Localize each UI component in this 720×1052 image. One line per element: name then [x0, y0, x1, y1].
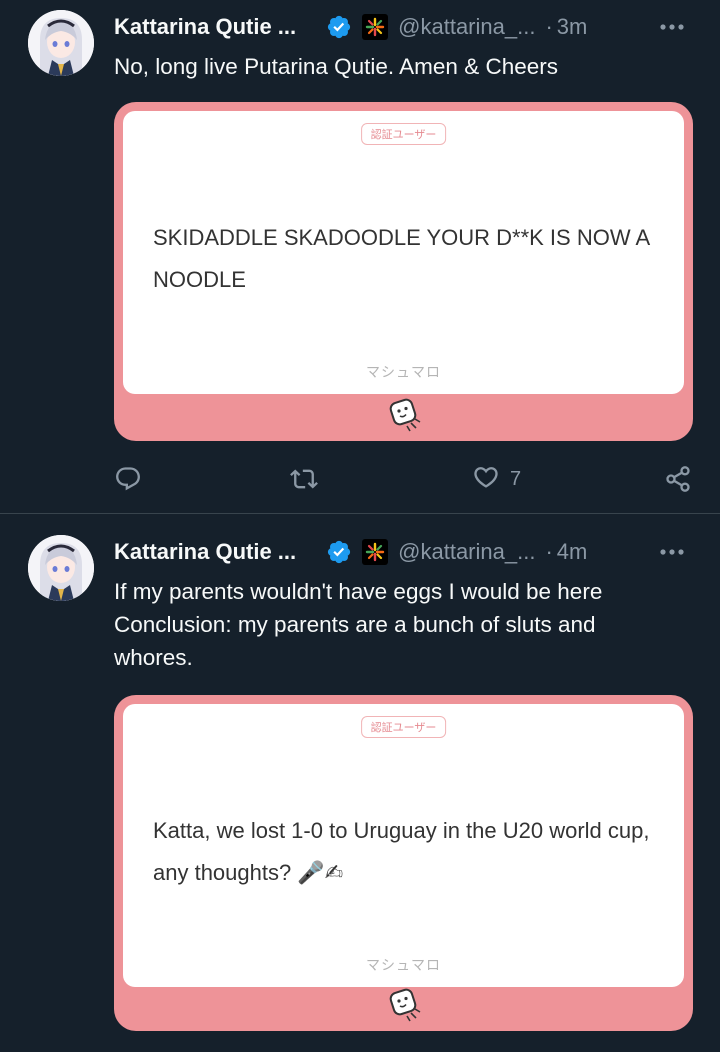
- card-site-label: マシュマロ: [366, 957, 441, 973]
- timestamp[interactable]: 3m: [557, 14, 588, 40]
- reply-icon[interactable]: [114, 462, 142, 496]
- tweet-text: If my parents wouldn't have eggs I would…: [114, 575, 700, 674]
- marshmallow-card[interactable]: 認証ユーザー SKIDADDLE SKADOODLE YOUR D**K IS …: [114, 102, 693, 441]
- separator-dot: ·: [545, 14, 553, 39]
- avatar[interactable]: [28, 10, 94, 76]
- tweet-text-line: whores.: [114, 645, 193, 670]
- tweet-header: Kattarina Qutie ... @kattarina_... · 4m: [114, 535, 700, 569]
- tweet-header: Kattarina Qutie ... @kattarina_... · 3m: [114, 10, 700, 44]
- separator-dot: ·: [545, 539, 553, 564]
- avatar[interactable]: [28, 535, 94, 601]
- card-body: 認証ユーザー Katta, we lost 1-0 to Uruguay in …: [123, 704, 684, 987]
- card-question: SKIDADDLE SKADOODLE YOUR D**K IS NOW A N…: [153, 225, 649, 292]
- action-bar: 7: [0, 462, 720, 496]
- verified-user-tag: 認証ユーザー: [360, 123, 447, 145]
- like-count: 7: [510, 467, 522, 490]
- marshmallow-logo-icon: [384, 985, 424, 1025]
- author-handle[interactable]: @kattarina_...: [398, 14, 535, 40]
- card-body: 認証ユーザー SKIDADDLE SKADOODLE YOUR D**K IS …: [123, 111, 684, 394]
- card-site-label: マシュマロ: [366, 364, 441, 380]
- tweet[interactable]: Kattarina Qutie ... @kattarina_... · 3m: [0, 0, 720, 514]
- avatar-illustration: [28, 10, 94, 76]
- affiliate-badge-icon[interactable]: [362, 539, 389, 565]
- tweet-text-line: If my parents wouldn't have eggs I would…: [114, 579, 603, 604]
- author-handle[interactable]: @kattarina_...: [398, 539, 535, 565]
- avatar-illustration: [28, 535, 94, 601]
- tweet-text-line: Conclusion: my parents are a bunch of sl…: [114, 612, 596, 637]
- tweet[interactable]: Kattarina Qutie ... @kattarina_... · 4m: [0, 515, 720, 1052]
- marshmallow-card[interactable]: 認証ユーザー Katta, we lost 1-0 to Uruguay in …: [114, 695, 693, 1031]
- author-name[interactable]: Kattarina Qutie ...: [114, 14, 296, 40]
- more-horizontal-icon[interactable]: [652, 10, 692, 44]
- marshmallow-logo-icon: [384, 395, 424, 435]
- verified-user-tag: 認証ユーザー: [360, 716, 447, 738]
- author-name[interactable]: Kattarina Qutie ...: [114, 539, 296, 565]
- card-question: Katta, we lost 1-0 to Uruguay in the U20…: [153, 818, 650, 885]
- heart-icon: [472, 463, 500, 496]
- tweet-text: No, long live Putarina Qutie. Amen & Che…: [114, 54, 558, 79]
- verified-badge-icon: [326, 539, 352, 565]
- retweet-icon[interactable]: [290, 462, 318, 496]
- more-horizontal-icon[interactable]: [652, 535, 692, 569]
- like-button[interactable]: 7: [472, 462, 521, 496]
- verified-badge-icon: [326, 14, 352, 40]
- timestamp[interactable]: 4m: [557, 539, 588, 565]
- affiliate-badge-icon[interactable]: [362, 14, 389, 40]
- share-icon[interactable]: [664, 462, 692, 496]
